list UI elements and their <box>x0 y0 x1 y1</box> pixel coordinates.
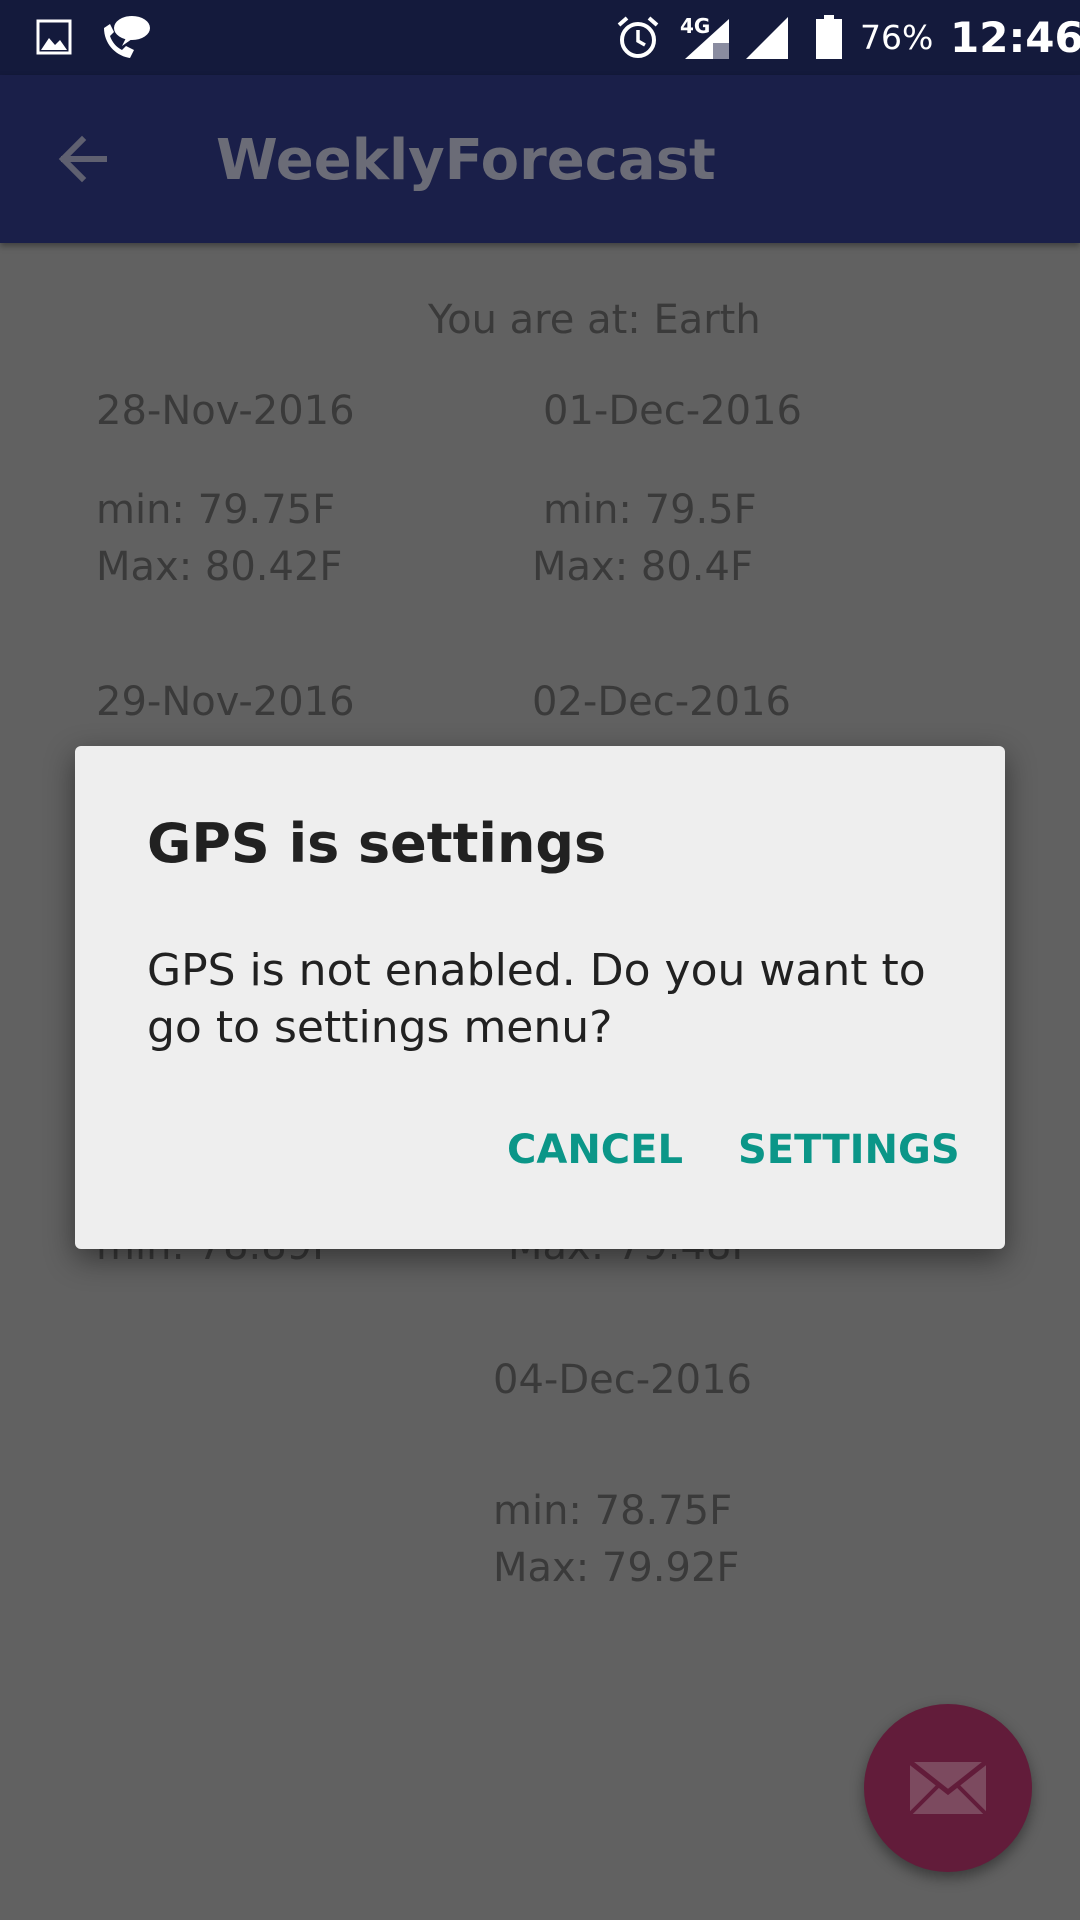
cancel-button[interactable]: CANCEL <box>507 1122 683 1178</box>
forecast-date: 04-Dec-2016 <box>493 1357 752 1403</box>
forecast-date: 01-Dec-2016 <box>543 388 802 434</box>
chat-phone-notification-icon <box>104 16 150 58</box>
status-bar: 4G 76% 12:46 <box>0 0 1080 75</box>
forecast-max: Max: 80.42F <box>96 544 343 590</box>
battery-percent: 76% <box>860 18 934 57</box>
signal-strength-icon <box>746 17 788 59</box>
app-bar: WeeklyForecast <box>0 75 1080 243</box>
forecast-min: min: 78.75F <box>493 1488 733 1534</box>
forecast-date: 29-Nov-2016 <box>96 679 355 725</box>
alarm-icon <box>617 16 659 58</box>
forecast-date: 02-Dec-2016 <box>532 679 791 725</box>
arrow-back-icon[interactable] <box>52 128 114 190</box>
forecast-max: Max: 79.92F <box>493 1545 740 1591</box>
forecast-max: Max: 80.4F <box>532 544 753 590</box>
forecast-date: 28-Nov-2016 <box>96 388 355 434</box>
email-icon <box>908 1760 988 1816</box>
email-fab-button[interactable] <box>864 1704 1032 1872</box>
dialog-title: GPS is settings <box>147 812 607 875</box>
forecast-min: min: 79.5F <box>543 487 757 533</box>
image-notification-icon <box>36 19 72 55</box>
location-text: You are at: Earth <box>428 297 761 343</box>
settings-button[interactable]: SETTINGS <box>738 1122 960 1178</box>
clock-time: 12:46 <box>950 13 1080 62</box>
dialog-message: GPS is not enabled. Do you want to go to… <box>147 945 926 1053</box>
page-title: WeeklyForecast <box>216 128 716 193</box>
network-type-label: 4G <box>680 14 711 38</box>
forecast-min: min: 79.75F <box>96 487 336 533</box>
gps-settings-dialog: GPS is settings GPS is not enabled. Do y… <box>75 746 1005 1249</box>
battery-icon <box>816 15 842 59</box>
